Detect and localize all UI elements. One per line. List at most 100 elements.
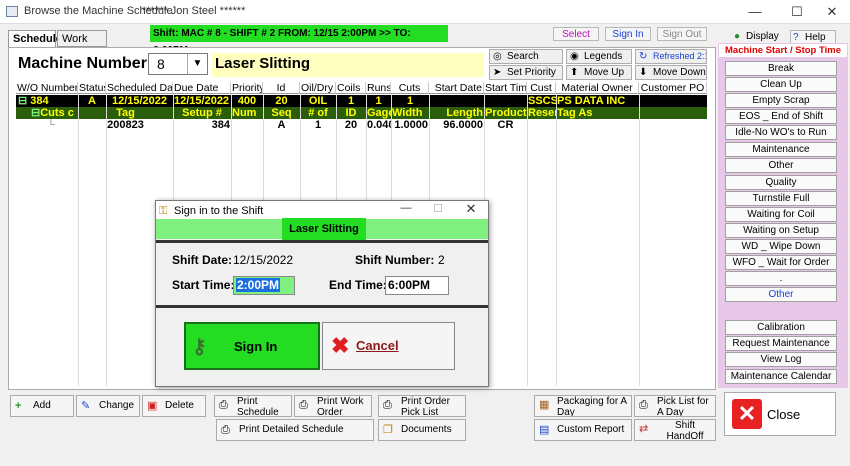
print-work-order-button[interactable]: ⎙ Print Work Order — [294, 395, 372, 417]
help-button[interactable]: ? Help — [790, 30, 836, 44]
print-schedule-button[interactable]: ⎙ Print Schedule — [214, 395, 292, 417]
sub-expand-icon[interactable]: ⊟Cuts c — [30, 107, 78, 119]
waiting-for-coil-button[interactable]: Waiting for Coil — [725, 207, 837, 222]
maintenance-button[interactable]: Maintenance — [725, 142, 837, 157]
tab-work-log[interactable]: Work Log — [57, 30, 107, 61]
machine-number-select[interactable]: 8 ▼ — [148, 53, 208, 75]
legends-button[interactable]: ◉ Legends — [566, 49, 632, 64]
sub-col-num: Num — [232, 107, 257, 119]
col-coils[interactable]: Coils — [336, 82, 366, 94]
set-priority-button[interactable]: ➤ Set Priority — [489, 65, 563, 80]
idle-button[interactable]: Idle-No WO's to Run — [725, 125, 837, 140]
wait-for-order-button[interactable]: WFO _ Wait for Order — [725, 255, 837, 270]
other-blue-button[interactable]: Other — [725, 287, 837, 302]
col-customer-po[interactable]: Customer PO — [639, 82, 707, 94]
move-down-label: Move Down — [653, 67, 706, 78]
start-time-input[interactable]: 2:00PM — [233, 276, 295, 295]
table-row[interactable]: └ 200823 384 A 1 20 0.0400 1.0000 96.000… — [16, 119, 707, 131]
col-runs[interactable]: Runs — [366, 82, 391, 94]
add-button[interactable]: + Add — [10, 395, 74, 417]
delete-button[interactable]: ▣ Delete — [142, 395, 206, 417]
table-row[interactable]: ⊟ 384 A 12/15/2022 12/15/2022 400 20 OIL… — [16, 95, 707, 107]
sub-col-tag: Tag — [116, 107, 135, 119]
shift-date-value: 12/15/2022 — [233, 253, 294, 267]
grid-divider — [639, 94, 640, 386]
tab-schedule[interactable]: Schedule — [8, 30, 62, 48]
clean-up-button[interactable]: Clean Up — [725, 77, 837, 92]
move-down-button[interactable]: ⬇ Move Down — [635, 65, 707, 80]
sign-in-button[interactable]: ⚷ Sign In — [184, 322, 320, 370]
custom-report-label: Custom Report — [557, 424, 625, 435]
expand-icon[interactable]: ⊟ 384 — [16, 95, 78, 107]
documents-button[interactable]: ❐ Documents — [378, 419, 466, 441]
waiting-on-setup-button[interactable]: Waiting on Setup — [725, 223, 837, 238]
sub-cell-setup: 384 — [211, 119, 230, 131]
print-detailed-schedule-button[interactable]: ⎙ Print Detailed Schedule — [216, 419, 374, 441]
view-log-button[interactable]: View Log — [725, 352, 837, 367]
arrow-down-icon: ⬇ — [639, 67, 648, 78]
other-button[interactable]: Other — [725, 158, 837, 173]
chevron-down-icon: ▼ — [187, 54, 207, 74]
dialog-minimize-button[interactable]: — — [396, 202, 416, 220]
dialog-maximize-button[interactable]: ☐ — [428, 202, 448, 220]
move-up-button[interactable]: ⬆ Move Up — [566, 65, 632, 80]
request-maintenance-button[interactable]: Request Maintenance — [725, 336, 837, 351]
dialog-close-button[interactable]: ✕ — [461, 201, 481, 219]
change-button[interactable]: ✎ Change — [76, 395, 140, 417]
wipe-down-button[interactable]: WD _ Wipe Down — [725, 239, 837, 254]
col-cuts[interactable]: Cuts — [391, 82, 429, 94]
print-order-pick-list-button[interactable]: ⎙ Print Order Pick List — [378, 395, 466, 417]
pencil-icon: ✎ — [81, 400, 91, 412]
trash-icon: ▣ — [147, 400, 158, 412]
close-window-button[interactable]: ✕ — [812, 2, 850, 22]
end-time-input[interactable]: 6:00PM — [385, 276, 449, 295]
shift-handoff-button[interactable]: ⇄ Shift HandOff — [634, 419, 716, 441]
sub-col-reserve: Reserve — [528, 107, 556, 119]
move-up-label: Move Up — [584, 67, 625, 78]
col-scheduled-date[interactable]: Scheduled Date — [106, 82, 173, 94]
custom-report-button[interactable]: ▤ Custom Report — [534, 419, 632, 441]
cell-material-owner: PS DATA INC — [557, 95, 626, 107]
handoff-icon: ⇄ — [639, 423, 649, 435]
maximize-button[interactable]: ☐ — [777, 2, 817, 22]
select-button[interactable]: Select — [553, 27, 599, 41]
cancel-button[interactable]: ✖ Cancel — [322, 322, 455, 370]
col-priority[interactable]: Priority — [231, 82, 263, 94]
cell-runs: 1 — [375, 95, 382, 107]
display-button[interactable]: ● Display — [732, 30, 784, 44]
col-id[interactable]: Id — [263, 82, 300, 94]
col-start-time[interactable]: Start Time — [484, 82, 527, 94]
packaging-button[interactable]: ▦ Packaging for A Day — [534, 395, 632, 417]
col-due-date[interactable]: Due Date — [173, 82, 231, 94]
add-label: Add — [33, 400, 51, 411]
empty-scrap-button[interactable]: Empty Scrap — [725, 93, 837, 108]
turnstile-full-button[interactable]: Turnstile Full — [725, 191, 837, 206]
break-button[interactable]: Break — [725, 61, 837, 76]
sub-cell-seq: A — [277, 119, 286, 131]
shift-banner: Shift: MAC # 8 - SHIFT # 2 FROM: 12/15 2… — [150, 25, 448, 56]
sign-out-top-button[interactable]: Sign Out — [657, 27, 707, 41]
maintenance-calendar-button[interactable]: Maintenance Calendar — [725, 369, 837, 384]
blank-reason-button[interactable]: . — [725, 271, 837, 286]
col-cust[interactable]: Cust — [527, 82, 556, 94]
quality-button[interactable]: Quality — [725, 175, 837, 190]
table-row[interactable]: ⊟Cuts c Tag Setup # Num Seq # of ID Gage… — [16, 107, 707, 119]
sign-in-top-button[interactable]: Sign In — [605, 27, 651, 41]
col-start-date[interactable]: Start Date — [429, 82, 484, 94]
col-wo-number[interactable]: W/O Number — [16, 82, 78, 94]
cell-priority: 400 — [237, 95, 257, 107]
end-of-shift-button[interactable]: EOS _ End of Shift — [725, 109, 837, 124]
minimize-button[interactable]: — — [735, 2, 775, 22]
app-icon — [6, 6, 18, 17]
calibration-button[interactable]: Calibration — [725, 320, 837, 335]
close-button[interactable]: ✕ Close — [724, 392, 836, 436]
col-oil-dry[interactable]: Oil/Dry — [300, 82, 336, 94]
search-button[interactable]: ◎ Search — [489, 49, 563, 64]
refreshed-label: Refreshed 2:12PM — [653, 51, 706, 61]
end-time-value: 6:00PM — [388, 278, 431, 292]
col-material-owner[interactable]: Material Owner — [556, 82, 639, 94]
pick-list-button[interactable]: ⎙ Pick List for A Day — [634, 395, 716, 417]
refresh-button[interactable]: ↻ Refreshed 2:12PM — [635, 49, 707, 64]
report-icon: ▤ — [539, 424, 550, 436]
col-status[interactable]: Status — [78, 82, 106, 94]
